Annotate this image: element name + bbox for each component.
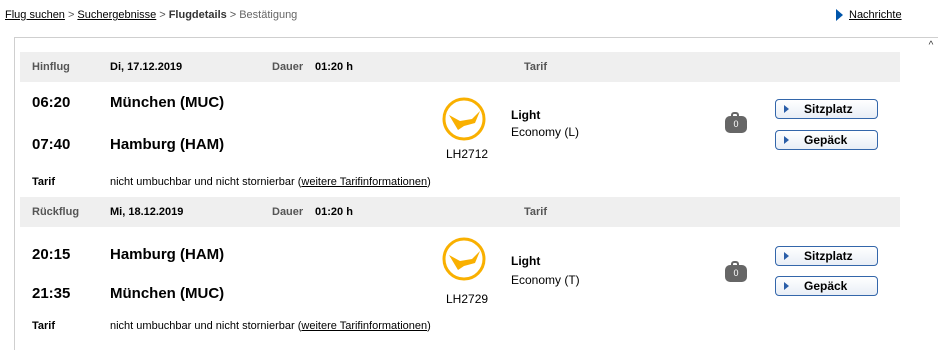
outbound-duration: 01:20 h [315, 61, 353, 73]
return-header: Rückflug Mi, 18.12.2019 Dauer 01:20 h Ta… [20, 197, 900, 227]
breadcrumb-search-results[interactable]: Suchergebnisse [77, 9, 156, 21]
outbound-duration-label: Dauer [272, 61, 304, 73]
outbound-arrival-time: 07:40 [32, 136, 71, 153]
return-date: Mi, 18.12.2019 [110, 206, 184, 218]
baggage-button-label: Gepäck [804, 279, 848, 293]
return-baggage-button[interactable]: Gepäck [775, 276, 878, 296]
return-tariff-label: Tarif [32, 320, 56, 332]
breadcrumb-confirmation: Bestätigung [239, 9, 298, 21]
triangle-right-icon [836, 9, 843, 22]
outbound-tariff-header: Tarif [524, 61, 548, 73]
outbound-arrival-city: Hamburg (HAM) [110, 136, 225, 153]
triangle-right-icon [784, 105, 789, 113]
return-tariff-name: Light [511, 254, 541, 268]
return-tariff-header: Tarif [524, 206, 548, 218]
tariff-conditions: nicht umbuchbar und nicht stornierbar ( [110, 176, 302, 188]
return-duration-label: Dauer [272, 206, 304, 218]
return-arrival-city: München (MUC) [110, 285, 225, 302]
outbound-tariff-info-link[interactable]: weitere Tarifinformationen [301, 176, 427, 188]
scroll-up-icon[interactable]: ^ [924, 40, 938, 51]
outbound-label: Hinflug [32, 61, 70, 73]
return-arrival-time: 21:35 [32, 285, 71, 302]
triangle-right-icon [784, 136, 789, 144]
lufthansa-crane-icon [442, 97, 486, 141]
outbound-tariff-class: Economy (L) [511, 125, 580, 139]
outbound-baggage-button[interactable]: Gepäck [775, 130, 878, 150]
return-duration: 01:20 h [315, 206, 353, 218]
breadcrumb-separator: > [67, 9, 75, 21]
outbound-departure-city: München (MUC) [110, 94, 225, 111]
baggage-button-label: Gepäck [804, 133, 848, 147]
seat-button-label: Sitzplatz [804, 102, 853, 116]
breadcrumb-separator: > [229, 9, 237, 21]
suitcase-icon: 0 [725, 112, 747, 133]
outbound-tariff-label: Tarif [32, 176, 56, 188]
return-departure-city: Hamburg (HAM) [110, 246, 225, 263]
triangle-right-icon [784, 282, 789, 290]
return-seat-button[interactable]: Sitzplatz [775, 246, 878, 266]
breadcrumb-flight-details: Flugdetails [168, 9, 227, 21]
suitcase-icon: 0 [725, 261, 747, 282]
news-link-label: Nachrichte [849, 9, 902, 22]
tariff-close-paren: ) [427, 320, 431, 332]
news-link[interactable]: Nachrichte [836, 9, 902, 22]
return-tariff-text: nicht umbuchbar und nicht stornierbar (w… [110, 320, 431, 332]
tariff-close-paren: ) [427, 176, 431, 188]
outbound-flight-number: LH2712 [446, 147, 489, 161]
lufthansa-crane-icon [442, 237, 486, 281]
breadcrumb-flight-search[interactable]: Flug suchen [5, 9, 65, 21]
breadcrumb-separator: > [159, 9, 166, 21]
outbound-tariff-text: nicht umbuchbar und nicht stornierbar (w… [110, 176, 431, 188]
seat-button-label: Sitzplatz [804, 249, 853, 263]
outbound-date: Di, 17.12.2019 [110, 61, 183, 73]
outbound-departure-time: 06:20 [32, 94, 71, 111]
outbound-tariff-name: Light [511, 108, 541, 122]
return-flight-number: LH2729 [446, 292, 489, 306]
return-tariff-class: Economy (T) [511, 273, 580, 287]
return-label: Rückflug [32, 206, 80, 218]
triangle-right-icon [784, 252, 789, 260]
return-tariff-info-link[interactable]: weitere Tarifinformationen [301, 320, 427, 332]
outbound-seat-button[interactable]: Sitzplatz [775, 99, 878, 119]
breadcrumb: Flug suchen > Suchergebnisse > Flugdetails > B… [5, 9, 297, 21]
tariff-conditions: nicht umbuchbar und nicht stornierbar ( [110, 320, 302, 332]
outbound-header: Hinflug Di, 17.12.2019 Dauer 01:20 h Tar… [20, 52, 900, 82]
return-departure-time: 20:15 [32, 246, 71, 263]
